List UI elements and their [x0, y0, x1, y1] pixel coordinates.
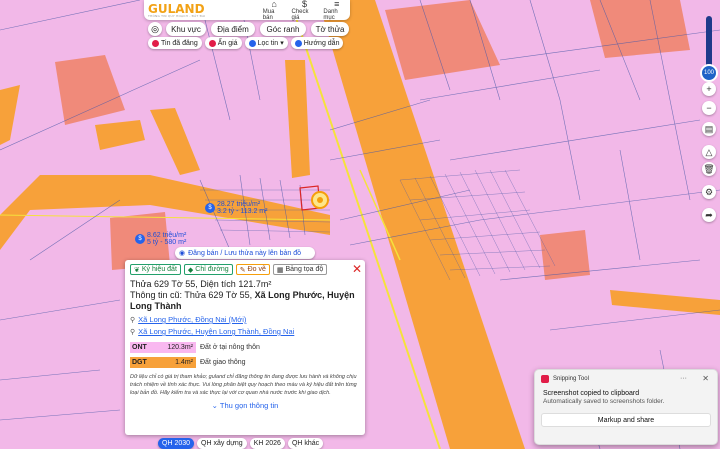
- ruler-icon: ✎: [239, 266, 246, 274]
- price-total: 5 tỷ - 580 m²: [147, 239, 187, 246]
- share-icon[interactable]: ➦: [702, 208, 716, 222]
- tab-kh-2026[interactable]: KH 2026: [249, 438, 285, 449]
- delete-icon[interactable]: 🗑: [702, 162, 716, 176]
- chevron-down-icon: ⌄: [211, 401, 218, 410]
- address-old[interactable]: ⚲ Xã Long Phước, Huyện Long Thành, Đồng N…: [125, 324, 365, 336]
- tab-khu-vuc[interactable]: Khu vực: [166, 22, 206, 36]
- parcel-info-panel: ❦ Ký hiệu đất ◆ Chỉ đường ✎ Đo vẽ ▦ Bảng tọa…: [125, 260, 365, 435]
- tab-goc-ranh[interactable]: Góc ranh: [260, 22, 306, 36]
- search-tabs: Khu vực Địa điểm Góc ranh Tờ thửa: [166, 22, 349, 36]
- toggle-icon: [208, 39, 216, 47]
- price-label[interactable]: 28.27 triệu/m² 3.2 tỷ - 113.2 m²: [217, 201, 267, 215]
- chevron-down-icon: ▾: [280, 40, 284, 47]
- filter-listings[interactable]: Lọc tin ▾: [244, 37, 288, 49]
- top-bar: GULAND THÔNG TIN QUY HOẠCH - ĐẤT ĐAI ⌂ Mua…: [144, 0, 350, 21]
- toggle-icon: [248, 39, 256, 47]
- filter-hide-price[interactable]: Ẩn giá: [204, 37, 242, 49]
- snipping-tool-icon: [541, 375, 549, 383]
- tab-to-thua[interactable]: Tờ thửa: [311, 22, 349, 36]
- house-icon: ⌂: [271, 0, 277, 9]
- markup-share-button[interactable]: Markup and share: [541, 413, 711, 427]
- price-per-m2: 8.62 triệu/m²: [147, 232, 187, 239]
- tab-qh-khac[interactable]: QH khác: [287, 438, 324, 449]
- zoom-out-icon[interactable]: −: [702, 101, 716, 115]
- guland-logo[interactable]: GULAND THÔNG TIN QUY HOẠCH - ĐẤT ĐAI: [148, 3, 257, 18]
- measure-icon[interactable]: △: [702, 145, 716, 159]
- listing-pin-icon[interactable]: $: [205, 203, 215, 213]
- zoom-in-icon[interactable]: +: [702, 82, 716, 96]
- menu-icon: ≡: [334, 0, 340, 9]
- menu-button[interactable]: ≡ Danh mục: [323, 0, 350, 21]
- parcel-title: Thửa 629 Tờ 55, Diện tích 121.7m²: [130, 279, 272, 289]
- close-icon[interactable]: ✕: [702, 374, 709, 383]
- disclaimer-text: Dữ liệu chỉ có giá trị tham khảo; guland…: [130, 374, 357, 396]
- land-symbol-button[interactable]: ❦ Ký hiệu đất: [130, 264, 181, 275]
- settings-icon[interactable]: ⚙: [702, 185, 716, 199]
- zone-row: DGT 1.4m² Đất giao thông: [130, 357, 246, 368]
- toggle-icon: [152, 39, 159, 47]
- measure-button[interactable]: ✎ Đo vẽ: [235, 264, 270, 275]
- close-icon[interactable]: ✕: [352, 263, 362, 275]
- toast-subtitle: Automatically saved to screenshots folde…: [543, 398, 665, 405]
- plan-tabs: QH 2030 QH xây dựng KH 2026 QH khác: [158, 438, 324, 449]
- map-pin-icon: ⚲: [130, 328, 136, 336]
- locate-icon[interactable]: ◎: [148, 22, 162, 36]
- zoom-level: 100: [700, 64, 718, 82]
- directions-button[interactable]: ◆ Chỉ đường: [183, 264, 233, 275]
- collapse-info-button[interactable]: ⌄ Thu gọn thông tin: [125, 401, 365, 410]
- filter-bar: Tin đã đăng Ẩn giá Lọc tin ▾ Hướng dẫn: [148, 37, 344, 49]
- leaf-icon: ❦: [134, 266, 140, 274]
- table-icon: ▦: [276, 266, 284, 274]
- zone-row: ONT 120.3m² Đất ở tại nông thôn: [130, 342, 260, 353]
- snipping-tool-toast: Snipping Tool ··· ✕ Screenshot copied to…: [534, 369, 718, 445]
- panel-actions: ❦ Ký hiệu đất ◆ Chỉ đường ✎ Đo vẽ ▦ Bảng tọa…: [125, 260, 365, 275]
- coordinates-button[interactable]: ▦ Bảng tọa độ: [272, 264, 328, 275]
- price-label[interactable]: 8.62 triệu/m² 5 tỷ - 580 m²: [147, 232, 186, 246]
- guide-button[interactable]: Hướng dẫn: [290, 37, 344, 49]
- tab-qh-2030[interactable]: QH 2030: [158, 438, 195, 449]
- more-options-icon[interactable]: ···: [680, 375, 687, 382]
- price-per-m2: 28.27 triệu/m²: [217, 201, 261, 208]
- toast-title: Screenshot copied to clipboard: [543, 390, 640, 397]
- dollar-icon: $: [301, 0, 307, 9]
- layers-icon[interactable]: ▤: [702, 122, 716, 136]
- pin-icon: ◉: [179, 250, 186, 257]
- parcel-old-info: Thông tin cũ: Thửa 629 Tờ 55, Xã Long Ph…: [130, 290, 355, 311]
- listing-pin-icon[interactable]: $: [135, 234, 145, 244]
- toast-header: Snipping Tool: [535, 370, 717, 388]
- filter-posted[interactable]: Tin đã đăng: [148, 37, 202, 49]
- buy-sell-button[interactable]: ⌂ Mua bán: [263, 0, 286, 21]
- tab-dia-diem[interactable]: Địa điểm: [211, 22, 255, 36]
- direction-icon: ◆: [187, 266, 194, 274]
- check-price-button[interactable]: $ Check giá: [291, 0, 317, 21]
- price-total: 3.2 tỷ - 113.2 m²: [217, 208, 268, 215]
- map-pin-icon: ⚲: [130, 316, 136, 324]
- tab-qh-xay-dung[interactable]: QH xây dựng: [197, 438, 247, 449]
- address-new[interactable]: ⚲ Xã Long Phước, Đồng Nai (Mới): [125, 312, 365, 324]
- help-icon: [294, 39, 302, 47]
- post-listing-bar[interactable]: ◉ Đăng bán / Lưu thửa này lên bản đồ: [175, 247, 315, 259]
